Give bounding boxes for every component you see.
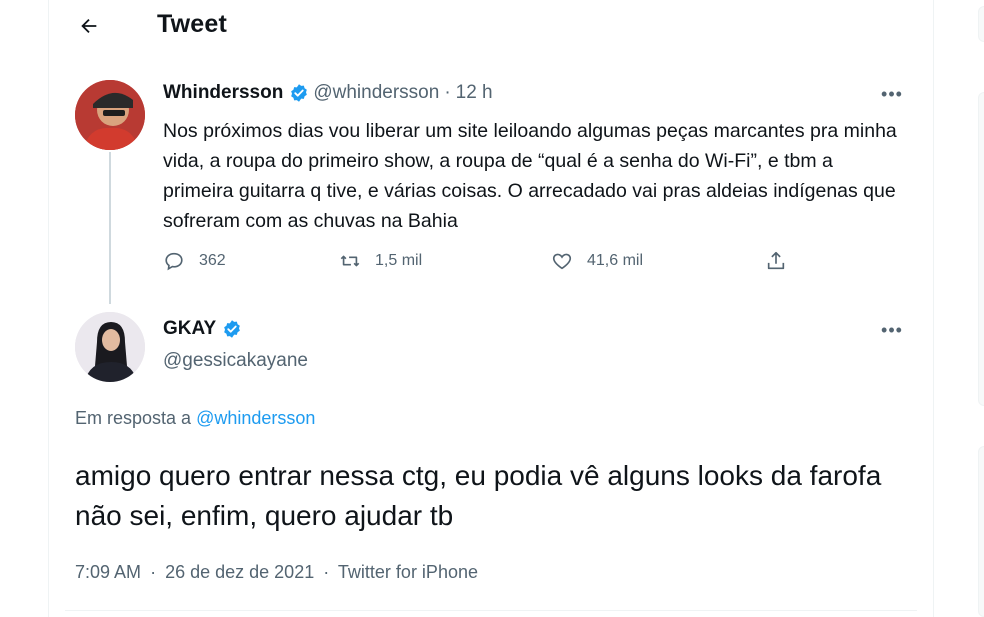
retweet-button[interactable]: 1,5 mil bbox=[339, 250, 422, 272]
reply-icon bbox=[165, 252, 183, 271]
more-options-button[interactable]: ••• bbox=[875, 320, 909, 340]
heart-icon bbox=[552, 253, 572, 270]
like-button[interactable]: 41,6 mil bbox=[551, 250, 643, 272]
sidebar-card-edge bbox=[978, 92, 984, 406]
author-handle[interactable]: @gessicakayane bbox=[163, 350, 308, 372]
verified-badge-icon bbox=[224, 320, 240, 338]
tweet-metadata: 7:09 AM · 26 de dez de 2021 · Twitter fo… bbox=[75, 562, 478, 583]
more-options-button[interactable]: ••• bbox=[875, 84, 909, 104]
tweet2-text: amigo quero entrar nessa ctg, eu podia v… bbox=[75, 460, 882, 531]
separator-dot: · bbox=[150, 562, 157, 582]
reply-button[interactable]: 362 bbox=[163, 250, 226, 272]
tweet2-author-row: GKAY bbox=[163, 318, 246, 340]
tweet-timestamp[interactable]: 12 h bbox=[456, 82, 493, 104]
reply-count: 362 bbox=[199, 252, 226, 269]
author-handle[interactable]: @whindersson bbox=[313, 82, 439, 104]
retweet-count: 1,5 mil bbox=[375, 252, 423, 269]
sidebar-card-edge-2 bbox=[978, 446, 984, 617]
tweet1-header: Whindersson @whindersson · 12 h bbox=[163, 82, 493, 104]
author-name[interactable]: Whindersson bbox=[163, 82, 283, 104]
share-icon bbox=[767, 251, 785, 270]
more-icon: ••• bbox=[881, 319, 903, 340]
share-button[interactable] bbox=[765, 250, 801, 272]
divider bbox=[65, 610, 917, 611]
arrow-left-icon bbox=[81, 18, 97, 34]
reply-mention-link[interactable]: @whindersson bbox=[196, 408, 315, 428]
separator-dot: · bbox=[444, 82, 451, 103]
reply-prefix: Em resposta a bbox=[75, 408, 192, 428]
more-icon: ••• bbox=[881, 83, 903, 104]
meta-time[interactable]: 7:09 AM bbox=[75, 562, 141, 582]
verified-badge-icon bbox=[291, 84, 308, 102]
left-gutter bbox=[0, 0, 48, 617]
avatar-whindersson[interactable] bbox=[75, 80, 145, 150]
meta-source[interactable]: Twitter for iPhone bbox=[338, 562, 478, 582]
like-count: 41,6 mil bbox=[587, 252, 644, 269]
tweet1-action-bar: 362 1,5 mil 41,6 mil bbox=[163, 250, 803, 278]
meta-date[interactable]: 26 de dez de 2021 bbox=[165, 562, 314, 582]
back-button[interactable] bbox=[71, 8, 107, 44]
avatar-gkay[interactable] bbox=[75, 312, 145, 382]
reply-context: Em resposta a @whindersson bbox=[75, 408, 315, 429]
thread-connector bbox=[109, 152, 111, 304]
tweet1-text: Nos próximos dias vou liberar um site le… bbox=[163, 120, 897, 232]
tweet-detail-column: Tweet Whindersson @whindersson · 12 h ••… bbox=[48, 0, 934, 617]
page-header: Tweet bbox=[49, 0, 935, 52]
page-title: Tweet bbox=[157, 10, 227, 38]
retweet-icon bbox=[340, 255, 360, 267]
author-name[interactable]: GKAY bbox=[163, 318, 216, 340]
right-sidebar bbox=[934, 0, 984, 617]
sidebar-search-edge bbox=[978, 6, 984, 42]
separator-dot: · bbox=[323, 562, 330, 582]
